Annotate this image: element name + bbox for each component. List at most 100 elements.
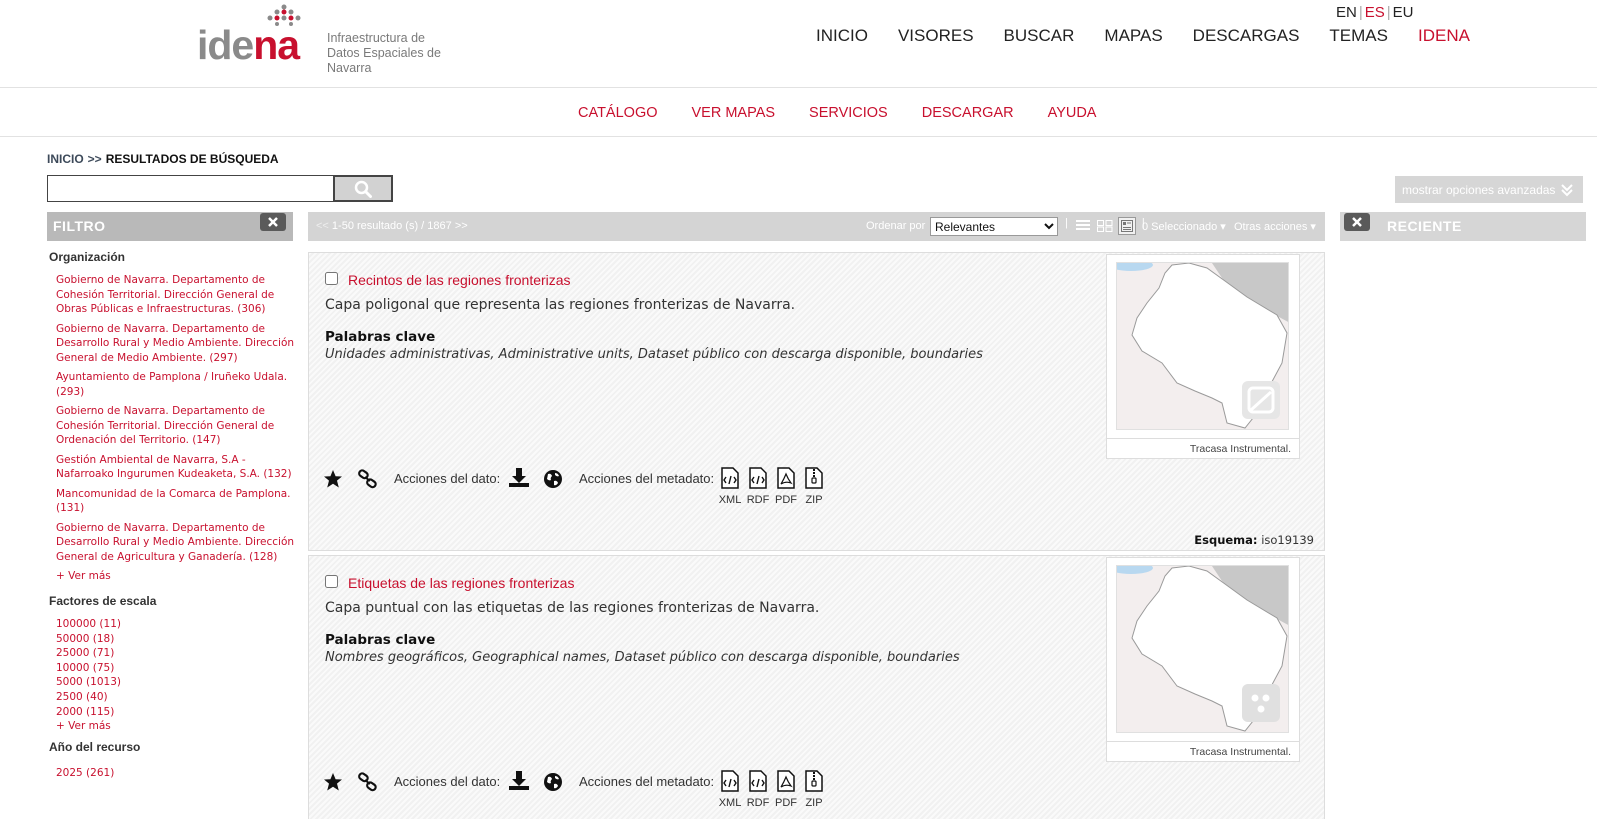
- pdf-file-icon: [777, 770, 795, 792]
- subnav-catalogo[interactable]: CATÁLOGO: [578, 105, 658, 121]
- pdf-download-button[interactable]: PDF: [774, 770, 798, 809]
- points-icon: [1242, 684, 1280, 722]
- nav-visores[interactable]: VISORES: [898, 26, 974, 46]
- filter-item[interactable]: Gobierno de Navarra. Departamento de Coh…: [56, 404, 297, 448]
- result-thumbnail[interactable]: [1106, 557, 1300, 742]
- rdf-file-icon: [749, 467, 767, 489]
- result-thumbnail[interactable]: [1106, 254, 1300, 439]
- polygon-icon: [1242, 381, 1280, 419]
- metadata-actions-label: Acciones del metadato:: [579, 471, 715, 486]
- list-view-icon[interactable]: [1074, 217, 1092, 235]
- advanced-options-button[interactable]: mostrar opciones avanzadas: [1395, 176, 1583, 203]
- order-label: Ordenar por: [866, 220, 926, 232]
- ver-mas-escala-link[interactable]: + Ver más: [56, 719, 297, 734]
- filter-item[interactable]: 100000 (11): [56, 617, 297, 632]
- filter-panel: Organización Gobierno de Navarra. Depart…: [47, 250, 297, 781]
- star-icon[interactable]: [323, 772, 343, 792]
- search-input[interactable]: [47, 175, 334, 202]
- globe-icon[interactable]: [543, 469, 563, 489]
- close-icon: [1352, 217, 1362, 227]
- filter-item[interactable]: 25000 (71): [56, 646, 297, 661]
- breadcrumb-home[interactable]: INICIO: [47, 152, 84, 166]
- order-select[interactable]: Relevantes: [930, 217, 1058, 236]
- navarra-map-image: [1116, 262, 1289, 430]
- globe-icon[interactable]: [543, 772, 563, 792]
- search-icon: [354, 180, 372, 198]
- keywords: Nombres geográficos, Geographical names,…: [325, 650, 960, 665]
- download-icon[interactable]: [508, 468, 530, 488]
- nav-buscar[interactable]: BUSCAR: [1004, 26, 1075, 46]
- navarra-map-image: [1116, 565, 1289, 733]
- nav-inicio[interactable]: INICIO: [816, 26, 868, 46]
- filter-item[interactable]: Gobierno de Navarra. Departamento de Des…: [56, 322, 297, 366]
- filter-item[interactable]: Gestión Ambiental de Navarra, S.A - Nafa…: [56, 453, 297, 482]
- close-icon: [268, 217, 278, 227]
- clear-filter-button[interactable]: [260, 213, 286, 231]
- metadata-actions-label: Acciones del metadato:: [579, 774, 715, 789]
- filter-item[interactable]: Gobierno de Navarra. Departamento de Des…: [56, 521, 297, 565]
- filter-item[interactable]: Gobierno de Navarra. Departamento de Coh…: [56, 273, 297, 317]
- filter-item[interactable]: 2500 (40): [56, 690, 297, 705]
- subnav-ayuda[interactable]: AYUDA: [1048, 105, 1097, 121]
- result-title-link[interactable]: Etiquetas de las regiones fronterizas: [348, 575, 574, 591]
- logo-wordmark: idena: [197, 22, 300, 68]
- filter-section-organizacion: Organización: [49, 250, 126, 264]
- grid-view-icon[interactable]: [1096, 217, 1114, 235]
- site-header: idena Infraestructura de Datos Espaciale…: [0, 0, 1597, 88]
- rdf-download-button[interactable]: RDF: [746, 467, 770, 506]
- result-title-link[interactable]: Recintos de las regiones fronterizas: [348, 272, 571, 288]
- result-checkbox[interactable]: [325, 272, 338, 285]
- zip-download-button[interactable]: ZIP: [802, 770, 826, 809]
- xml-file-icon: [721, 770, 739, 792]
- link-icon[interactable]: [357, 469, 379, 489]
- subnav-descargar[interactable]: DESCARGAR: [922, 105, 1014, 121]
- subnav-servicios[interactable]: SERVICIOS: [809, 105, 888, 121]
- filter-item[interactable]: 2000 (115): [56, 705, 297, 720]
- nav-descargas[interactable]: DESCARGAS: [1193, 26, 1300, 46]
- download-icon[interactable]: [508, 771, 530, 791]
- xml-download-button[interactable]: XML: [718, 770, 742, 809]
- filter-item[interactable]: 2025 (261): [56, 766, 297, 781]
- result-description: Capa poligonal que representa las region…: [325, 297, 796, 313]
- filter-item[interactable]: 50000 (18): [56, 632, 297, 647]
- other-actions-dropdown[interactable]: Otras acciones ▾: [1234, 220, 1316, 233]
- filter-item[interactable]: Ayuntamiento de Pamplona / Iruñeko Udala…: [56, 370, 297, 399]
- recent-header: RECIENTE: [1340, 212, 1586, 241]
- results-toolbar: << 1-50 resultado (s) / 1867 >> Ordenar …: [308, 212, 1325, 241]
- selected-dropdown[interactable]: 0 Seleccionado ▾: [1142, 220, 1226, 233]
- breadcrumb: INICIO >> RESULTADOS DE BÚSQUEDA: [47, 152, 279, 166]
- prev-page-link[interactable]: <<: [316, 220, 329, 232]
- double-chevron-down-icon: [1561, 183, 1574, 196]
- keywords: Unidades administrativas, Administrative…: [325, 347, 983, 362]
- xml-download-button[interactable]: XML: [718, 467, 742, 506]
- ver-mas-organizacion-link[interactable]: + Ver más: [56, 569, 297, 584]
- nav-idena[interactable]: IDENA: [1418, 26, 1470, 46]
- pagination: << 1-50 resultado (s) / 1867 >>: [316, 220, 468, 232]
- keywords-title: Palabras clave: [325, 329, 436, 345]
- search-button[interactable]: [333, 175, 393, 202]
- filter-item[interactable]: 10000 (75): [56, 661, 297, 676]
- schema-info: Esquema: iso19139: [1194, 533, 1314, 547]
- language-switcher: EN | ES | EU: [1336, 4, 1414, 21]
- clear-recent-button[interactable]: [1344, 213, 1370, 231]
- nav-temas[interactable]: TEMAS: [1329, 26, 1388, 46]
- zip-file-icon: [805, 467, 823, 489]
- subnav-ver-mapas[interactable]: VER MAPAS: [692, 105, 776, 121]
- lang-es[interactable]: ES: [1365, 4, 1385, 21]
- filter-section-escala: Factores de escala: [49, 594, 157, 608]
- pdf-download-button[interactable]: PDF: [774, 467, 798, 506]
- detail-view-icon[interactable]: [1117, 217, 1136, 235]
- idena-logo[interactable]: idena Infraestructura de Datos Espaciale…: [197, 4, 487, 75]
- lang-eu[interactable]: EU: [1393, 4, 1414, 21]
- result-checkbox[interactable]: [325, 575, 338, 588]
- lang-en[interactable]: EN: [1336, 4, 1357, 21]
- filter-item[interactable]: Mancomunidad de la Comarca de Pamplona. …: [56, 487, 297, 516]
- rdf-download-button[interactable]: RDF: [746, 770, 770, 809]
- zip-download-button[interactable]: ZIP: [802, 467, 826, 506]
- link-icon[interactable]: [357, 772, 379, 792]
- rdf-file-icon: [749, 770, 767, 792]
- nav-mapas[interactable]: MAPAS: [1104, 26, 1162, 46]
- next-page-link[interactable]: >>: [455, 220, 468, 232]
- star-icon[interactable]: [323, 469, 343, 489]
- filter-item[interactable]: 5000 (1013): [56, 675, 297, 690]
